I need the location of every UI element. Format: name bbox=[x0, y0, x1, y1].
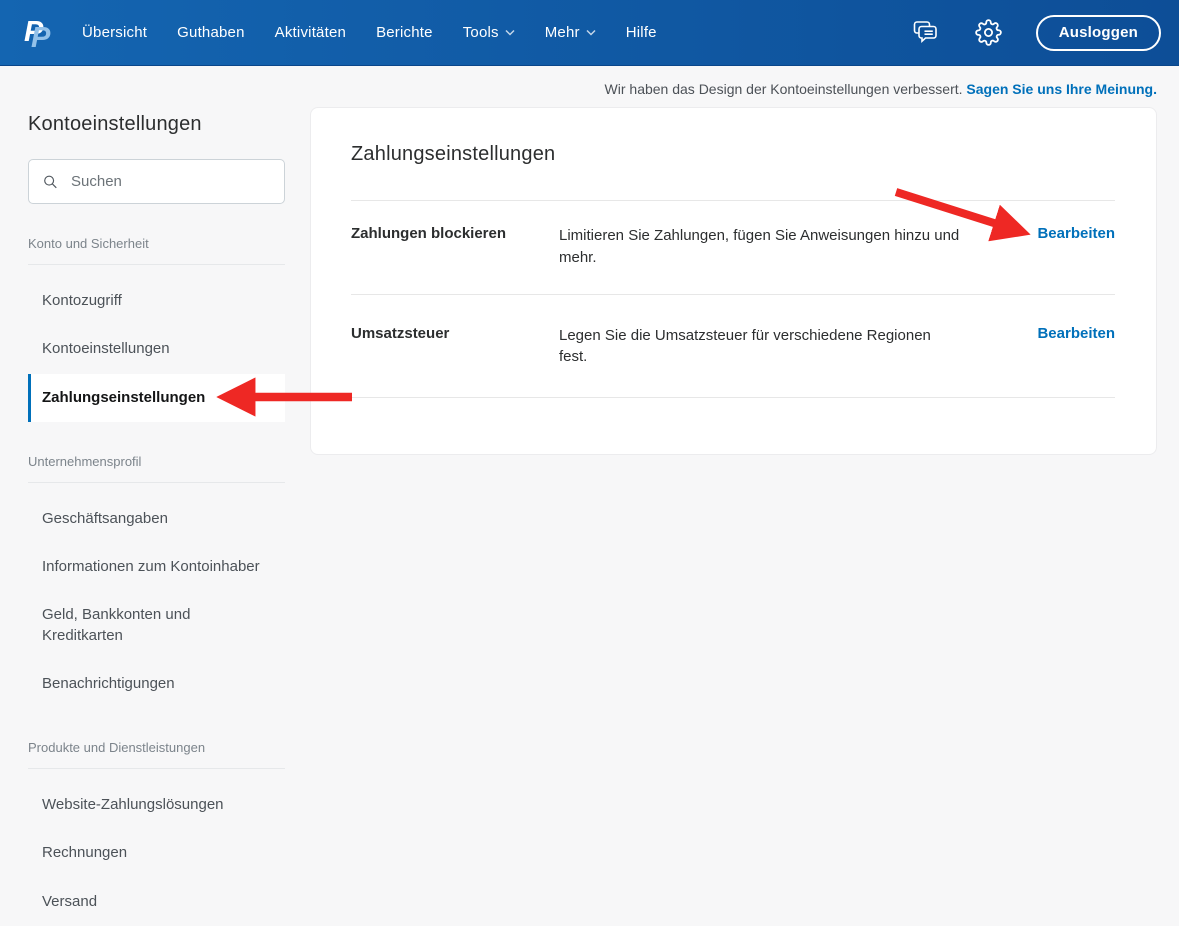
nav-item-label: Guthaben bbox=[177, 24, 245, 41]
nav-item-label: Mehr bbox=[545, 24, 580, 41]
nav-item-label: Hilfe bbox=[626, 24, 657, 41]
sidebar-item-zahlungseinstellungen[interactable]: Zahlungseinstellungen bbox=[28, 374, 285, 422]
paypal-logo[interactable]: P P bbox=[24, 14, 52, 52]
setting-description: Legen Sie die Umsatzsteuer für verschied… bbox=[559, 325, 961, 369]
navbar-right-cluster: Ausloggen bbox=[911, 15, 1161, 51]
svg-text:P: P bbox=[31, 22, 51, 52]
chevron-down-icon bbox=[586, 29, 596, 36]
nav-item-label: Berichte bbox=[376, 24, 433, 41]
feedback-link[interactable]: Sagen Sie uns Ihre Meinung. bbox=[966, 81, 1157, 97]
sidebar-item-geschaeftsangaben[interactable]: Geschäftsangaben bbox=[28, 495, 285, 543]
sidebar-item-label: Versand bbox=[42, 892, 97, 912]
nav-item-berichte[interactable]: Berichte bbox=[376, 24, 433, 41]
nav-item-guthaben[interactable]: Guthaben bbox=[177, 24, 245, 41]
setting-description: Limitieren Sie Zahlungen, fügen Sie Anwe… bbox=[559, 225, 961, 269]
nav-item-tools[interactable]: Tools bbox=[463, 24, 515, 41]
nav-item-label: Tools bbox=[463, 24, 499, 41]
sidebar-item-label: Geschäftsangaben bbox=[42, 509, 168, 529]
sidebar-item-label: Zahlungseinstellungen bbox=[42, 388, 205, 408]
sidebar-item-label: Rechnungen bbox=[42, 843, 127, 863]
nav-item-mehr[interactable]: Mehr bbox=[545, 24, 596, 41]
chevron-down-icon bbox=[505, 29, 515, 36]
sidebar-item-kontozugriff[interactable]: Kontozugriff bbox=[28, 277, 285, 325]
setting-label: Zahlungen blockieren bbox=[351, 225, 559, 242]
sidebar-item-label: Geld, Bankkonten und Kreditkarten bbox=[42, 605, 272, 646]
sidebar-section-konto-und-sicherheit: Konto und Sicherheit Kontozugriff Kontoe… bbox=[28, 236, 285, 422]
sidebar-item-label: Website-Zahlungslösungen bbox=[42, 795, 224, 815]
top-navbar: P P Übersicht Guthaben Aktivitäten Beric… bbox=[0, 0, 1179, 66]
search-icon bbox=[43, 172, 58, 192]
sidebar-item-rechnungen[interactable]: Rechnungen bbox=[28, 829, 285, 877]
sidebar-item-kontoeinstellungen[interactable]: Kontoeinstellungen bbox=[28, 325, 285, 373]
sidebar-section-list: Geschäftsangaben Informationen zum Konto… bbox=[28, 495, 285, 708]
sidebar-item-label: Informationen zum Kontoinhaber bbox=[42, 557, 260, 577]
nav-item-hilfe[interactable]: Hilfe bbox=[626, 24, 657, 41]
setting-label: Umsatzsteuer bbox=[351, 325, 559, 342]
sidebar-item-label: Kontozugriff bbox=[42, 291, 122, 311]
sidebar-item-benachrichtigungen[interactable]: Benachrichtigungen bbox=[28, 660, 285, 708]
sidebar-item-label: Kontoeinstellungen bbox=[42, 339, 170, 359]
sidebar-section-list: Website-Zahlungslösungen Rechnungen Vers… bbox=[28, 781, 285, 926]
card-header: Zahlungseinstellungen bbox=[351, 108, 1115, 201]
gear-icon[interactable] bbox=[975, 19, 1002, 46]
page-title: Kontoeinstellungen bbox=[28, 113, 285, 136]
redesign-notice: Wir haben das Design der Kontoeinstellun… bbox=[0, 66, 1179, 97]
search-input[interactable] bbox=[71, 173, 270, 190]
sidebar-item-label: Benachrichtigungen bbox=[42, 674, 175, 694]
sidebar-search[interactable] bbox=[28, 159, 285, 204]
primary-nav: Übersicht Guthaben Aktivitäten Berichte … bbox=[82, 24, 657, 41]
sidebar-item-informationen-zum-kontoinhaber[interactable]: Informationen zum Kontoinhaber bbox=[28, 543, 285, 591]
edit-link-zahlungen-blockieren[interactable]: Bearbeiten bbox=[1037, 225, 1115, 242]
sidebar-item-website-zahlungsloesungen[interactable]: Website-Zahlungslösungen bbox=[28, 781, 285, 829]
sidebar-section-produkte-und-dienstleistungen: Produkte und Dienstleistungen Website-Za… bbox=[28, 740, 285, 926]
sidebar-section-heading: Konto und Sicherheit bbox=[28, 236, 285, 265]
settings-sidebar: Kontoeinstellungen Konto und Sicherheit … bbox=[0, 97, 285, 926]
nav-item-label: Aktivitäten bbox=[275, 24, 346, 41]
card-title: Zahlungseinstellungen bbox=[351, 143, 555, 166]
logout-button[interactable]: Ausloggen bbox=[1036, 15, 1161, 51]
row-zahlungen-blockieren: Zahlungen blockieren Limitieren Sie Zahl… bbox=[351, 201, 1115, 295]
sidebar-section-heading: Produkte und Dienstleistungen bbox=[28, 740, 285, 769]
paypal-logo-icon: P P bbox=[24, 14, 52, 52]
content-layout: Kontoeinstellungen Konto und Sicherheit … bbox=[0, 97, 1179, 926]
sidebar-section-unternehmensprofil: Unternehmensprofil Geschäftsangaben Info… bbox=[28, 454, 285, 708]
nav-item-aktivitaeten[interactable]: Aktivitäten bbox=[275, 24, 346, 41]
payment-settings-card: Zahlungseinstellungen Zahlungen blockier… bbox=[310, 107, 1157, 455]
nav-item-uebersicht[interactable]: Übersicht bbox=[82, 24, 147, 41]
notice-text: Wir haben das Design der Kontoeinstellun… bbox=[605, 81, 963, 97]
sidebar-section-heading: Unternehmensprofil bbox=[28, 454, 285, 483]
sidebar-section-list: Kontozugriff Kontoeinstellungen Zahlungs… bbox=[28, 277, 285, 422]
sidebar-item-geld-bankkonten-kreditkarten[interactable]: Geld, Bankkonten und Kreditkarten bbox=[28, 591, 285, 660]
edit-link-umsatzsteuer[interactable]: Bearbeiten bbox=[1037, 325, 1115, 342]
paypal-settings-page: { "header": { "logo": "PayPal", "nav_ite… bbox=[0, 0, 1179, 919]
chat-icon[interactable] bbox=[911, 19, 941, 47]
nav-item-label: Übersicht bbox=[82, 24, 147, 41]
row-umsatzsteuer: Umsatzsteuer Legen Sie die Umsatzsteuer … bbox=[351, 295, 1115, 399]
